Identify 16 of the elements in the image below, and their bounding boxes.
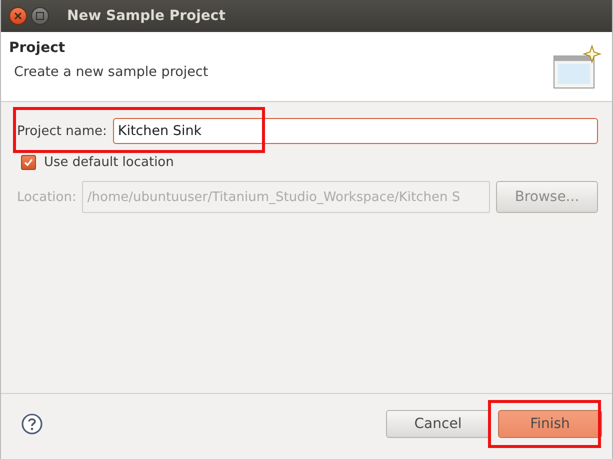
maximize-button[interactable] xyxy=(31,7,49,25)
close-button[interactable] xyxy=(9,7,27,25)
field-label: Location: xyxy=(17,190,76,204)
project-name-field[interactable]: Kitchen Sink xyxy=(112,118,598,144)
checkbox[interactable] xyxy=(21,155,36,170)
page-title: Project xyxy=(9,40,66,56)
window-title: New Sample Project xyxy=(67,8,226,24)
cancel-button[interactable]: Cancel xyxy=(386,410,490,438)
checkbox-label: Use default location xyxy=(44,155,174,170)
checkmark-icon xyxy=(24,158,33,167)
help-icon[interactable] xyxy=(21,412,43,434)
page-description: Create a new sample project xyxy=(14,64,208,80)
field-label: Project name: xyxy=(17,124,107,138)
finish-button[interactable]: Finish xyxy=(498,410,602,438)
close-icon xyxy=(14,12,22,20)
window-sparkle-icon xyxy=(552,44,602,90)
